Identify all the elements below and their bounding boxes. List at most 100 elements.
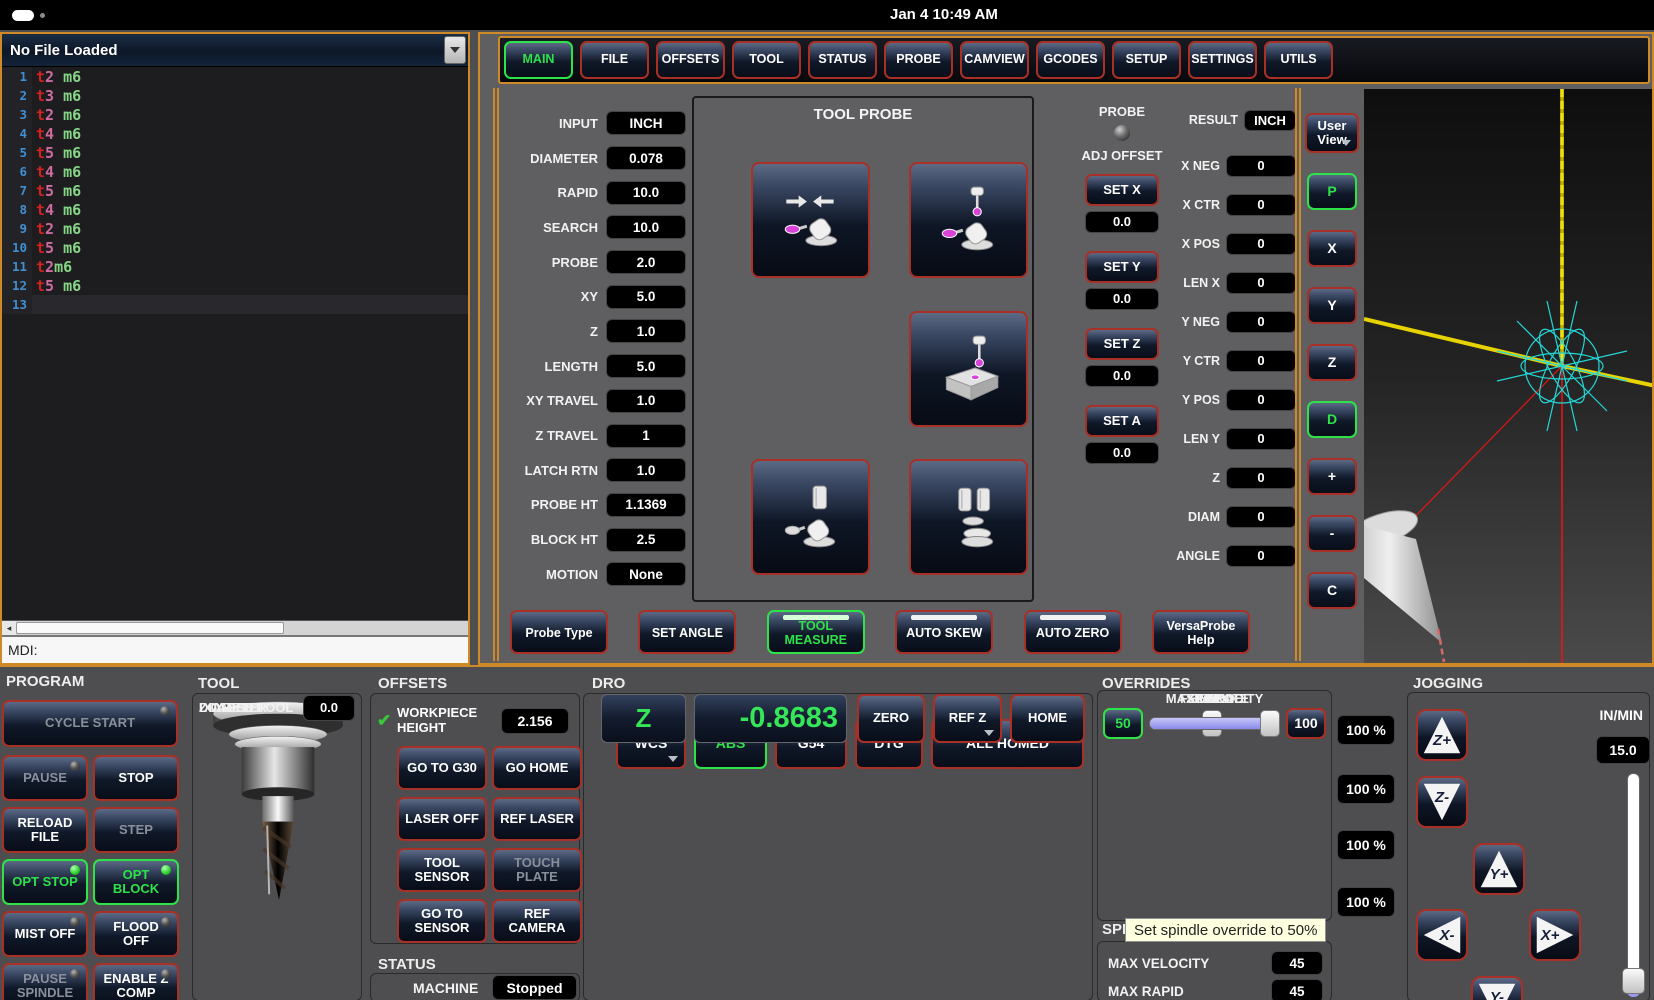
axis-select-button[interactable]: Z bbox=[601, 694, 686, 743]
program-button[interactable]: OPT STOP bbox=[2, 859, 88, 905]
axis-home-button[interactable]: HOME bbox=[1010, 694, 1085, 743]
set-axis-value-input[interactable]: 0.0 bbox=[1085, 365, 1159, 387]
view-button[interactable]: P bbox=[1307, 173, 1357, 210]
program-button[interactable]: STEP bbox=[93, 807, 179, 853]
jog-button[interactable]: Z- bbox=[1416, 776, 1468, 828]
offsets-button[interactable]: TOUCH PLATE bbox=[492, 848, 582, 892]
jog-button[interactable]: X+ bbox=[1529, 909, 1581, 961]
file-dropdown-button[interactable] bbox=[444, 36, 466, 64]
probe-action-button[interactable]: Probe Type bbox=[510, 610, 608, 654]
workpiece-height-input[interactable]: 2.156 bbox=[501, 708, 569, 734]
jog-button[interactable]: Z+ bbox=[1416, 709, 1468, 761]
param-value-input[interactable]: INCH bbox=[606, 111, 686, 135]
view-button[interactable]: C bbox=[1307, 572, 1357, 609]
window-pill[interactable] bbox=[12, 10, 34, 21]
set-axis-value-input[interactable]: 0.0 bbox=[1085, 288, 1159, 310]
offsets-button[interactable]: GO TO SENSOR bbox=[397, 899, 487, 943]
axis-ref-button[interactable]: REF Z bbox=[933, 694, 1002, 743]
tab[interactable]: GCODES bbox=[1036, 41, 1105, 79]
tab[interactable]: UTILS bbox=[1264, 41, 1333, 79]
tab[interactable]: SETUP bbox=[1112, 41, 1181, 79]
set-axis-button[interactable]: SET Y bbox=[1085, 251, 1159, 283]
tab[interactable]: TOOL bbox=[732, 41, 801, 79]
view-button[interactable]: + bbox=[1307, 458, 1357, 495]
scrollbar-thumb[interactable] bbox=[16, 622, 284, 634]
user-view-button[interactable]: User View bbox=[1305, 113, 1359, 153]
view-button[interactable]: Y bbox=[1307, 287, 1357, 324]
program-button[interactable]: STOP bbox=[93, 755, 179, 801]
set-axis-value-input[interactable]: 0.0 bbox=[1085, 211, 1159, 233]
probe-xy-button[interactable] bbox=[751, 162, 870, 278]
offsets-button[interactable]: GO TO G30 bbox=[397, 746, 487, 790]
program-button[interactable]: FLOOD OFF bbox=[93, 911, 179, 957]
param-value-input[interactable]: 0.078 bbox=[606, 146, 686, 170]
param-value-input[interactable]: 10.0 bbox=[606, 181, 686, 205]
override-max-button[interactable]: 100 bbox=[1286, 708, 1326, 739]
probe-action-button[interactable]: VersaProbe Help bbox=[1152, 610, 1250, 654]
view-button[interactable]: Z bbox=[1307, 344, 1357, 381]
program-button[interactable]: MIST OFF bbox=[2, 911, 88, 957]
probe-tool-length-button[interactable] bbox=[751, 459, 870, 575]
jog-button[interactable]: X- bbox=[1416, 909, 1468, 961]
tab[interactable]: CAMVIEW bbox=[960, 41, 1029, 79]
param-value-input[interactable]: None bbox=[606, 562, 686, 586]
param-value-input[interactable]: 1.0 bbox=[606, 389, 686, 413]
set-axis-value-input[interactable]: 0.0 bbox=[1085, 442, 1159, 464]
jog-rate-value[interactable]: 15.0 bbox=[1596, 736, 1650, 764]
set-axis-button[interactable]: SET A bbox=[1085, 405, 1159, 437]
param-value-input[interactable]: 1.0 bbox=[606, 319, 686, 343]
preview-3d[interactable] bbox=[1364, 89, 1652, 663]
probe-action-button[interactable]: TOOL MEASURE bbox=[767, 610, 865, 654]
param-value-input[interactable]: 2.0 bbox=[606, 250, 686, 274]
axis-zero-button[interactable]: ZERO bbox=[857, 694, 925, 743]
program-button[interactable]: RELOAD FILE bbox=[2, 807, 88, 853]
editor-horizontal-scrollbar[interactable]: ◂ bbox=[2, 620, 468, 635]
probe-action-button[interactable]: AUTO ZERO bbox=[1024, 610, 1122, 654]
offsets-button[interactable]: TOOL SENSOR bbox=[397, 848, 487, 892]
param-value-input[interactable]: 5.0 bbox=[606, 285, 686, 309]
set-axis-button[interactable]: SET X bbox=[1085, 174, 1159, 206]
tab[interactable]: PROBE bbox=[884, 41, 953, 79]
offsets-button[interactable]: GO HOME bbox=[492, 746, 582, 790]
probe-block-button[interactable] bbox=[909, 311, 1028, 427]
jog-slider-thumb[interactable] bbox=[1622, 968, 1645, 994]
view-button[interactable]: X bbox=[1307, 230, 1357, 267]
param-value-input[interactable]: 10.0 bbox=[606, 215, 686, 239]
mdi-input[interactable]: MDI: bbox=[2, 635, 468, 663]
tab[interactable]: OFFSETS bbox=[656, 41, 725, 79]
param-value-input[interactable]: 1 bbox=[606, 424, 686, 448]
tab[interactable]: FILE bbox=[580, 41, 649, 79]
jog-button[interactable]: Y+ bbox=[1473, 843, 1525, 895]
tab[interactable]: STATUS bbox=[808, 41, 877, 79]
set-axis-button[interactable]: SET Z bbox=[1085, 328, 1159, 360]
param-label: XY bbox=[482, 289, 598, 304]
probe-action-button[interactable]: AUTO SKEW bbox=[895, 610, 993, 654]
tab[interactable]: MAIN bbox=[504, 41, 573, 79]
param-value-input[interactable]: 1.1369 bbox=[606, 493, 686, 517]
offsets-button[interactable]: REF CAMERA bbox=[492, 899, 582, 943]
jog-rate-slider[interactable] bbox=[1627, 773, 1640, 995]
override-min-button[interactable]: 50 bbox=[1103, 708, 1143, 739]
offsets-button[interactable]: REF LASER bbox=[492, 797, 582, 841]
probe-z-ring-button[interactable] bbox=[909, 162, 1028, 278]
probe-action-button[interactable]: SET ANGLE bbox=[638, 610, 736, 654]
view-button[interactable]: - bbox=[1307, 515, 1357, 552]
program-button[interactable]: OPT BLOCK bbox=[93, 859, 179, 905]
override-slider[interactable] bbox=[1149, 717, 1280, 730]
scroll-left-arrow-icon[interactable]: ◂ bbox=[2, 621, 16, 635]
cycle-start-button[interactable]: CYCLE START bbox=[2, 700, 178, 747]
program-button[interactable]: PAUSE SPINDLE bbox=[2, 963, 88, 1000]
program-button[interactable]: PAUSE bbox=[2, 755, 88, 801]
tab[interactable]: SETTINGS bbox=[1188, 41, 1257, 79]
slider-thumb[interactable] bbox=[1260, 710, 1280, 737]
offsets-button[interactable]: LASER OFF bbox=[397, 797, 487, 841]
view-button[interactable]: D bbox=[1307, 401, 1357, 438]
param-value-input[interactable]: 5.0 bbox=[606, 354, 686, 378]
param-label: Z TRAVEL bbox=[482, 428, 598, 443]
probe-dual-pins-button[interactable] bbox=[909, 459, 1028, 575]
param-value-input[interactable]: 1.0 bbox=[606, 458, 686, 482]
param-value-input[interactable]: 2.5 bbox=[606, 528, 686, 552]
program-button[interactable]: ENABLE Z COMP bbox=[93, 963, 179, 1000]
jog-button[interactable]: Y- bbox=[1471, 976, 1523, 1000]
gcode-listing[interactable]: 1 t2 m6 2 t3 m6 3 t2 m6 4 t4 m6 bbox=[2, 67, 468, 620]
